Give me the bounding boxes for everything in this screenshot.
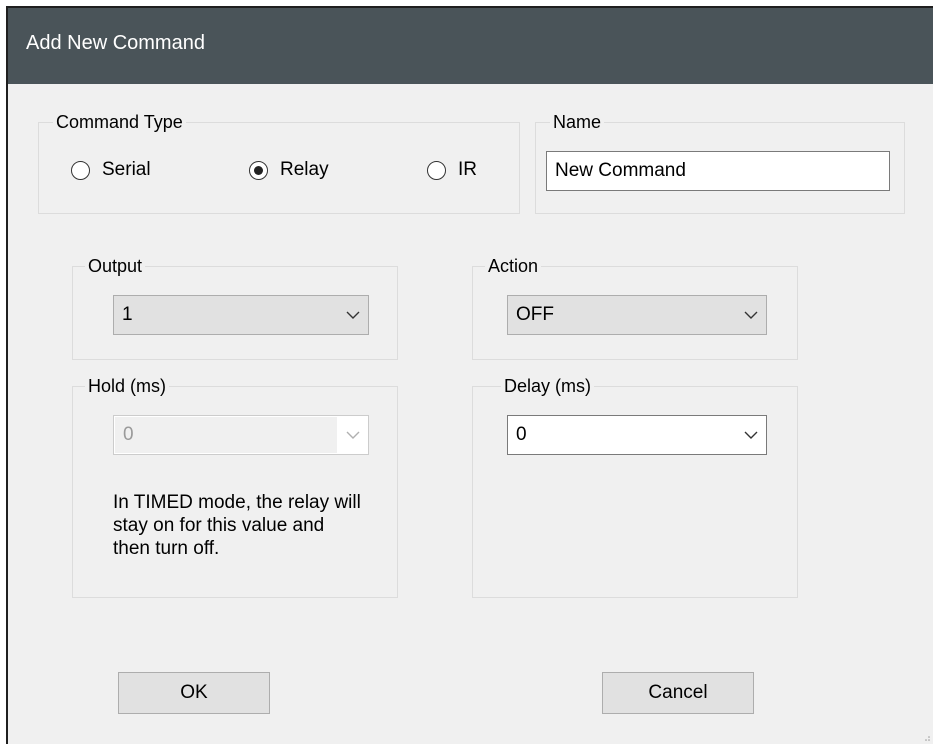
radio-serial-label: Serial — [102, 159, 151, 180]
output-dropdown[interactable]: 1 — [113, 295, 369, 335]
hold-group: Hold (ms) 0 In TIMED mode, the relay wil… — [72, 375, 398, 598]
title-bar: Add New Command — [8, 8, 933, 84]
action-legend: Action — [485, 255, 542, 277]
ok-button[interactable]: OK — [118, 672, 270, 714]
output-group: Output 1 — [72, 255, 398, 360]
delay-value: 0 — [516, 424, 527, 445]
radio-relay[interactable]: Relay — [249, 159, 329, 181]
window-title: Add New Command — [26, 32, 205, 54]
chevron-down-icon — [338, 296, 368, 334]
radio-relay-label: Relay — [280, 159, 329, 180]
hold-dropdown[interactable]: 0 — [113, 415, 369, 455]
output-legend: Output — [85, 255, 146, 277]
delay-group: Delay (ms) 0 — [472, 375, 798, 598]
radio-ir[interactable]: IR — [427, 159, 477, 181]
radio-dot-icon — [254, 165, 263, 175]
chevron-down-icon — [736, 296, 766, 334]
hold-value: 0 — [115, 417, 337, 453]
delay-combo[interactable]: 0 — [507, 415, 767, 455]
chevron-down-icon — [736, 416, 766, 454]
cancel-button[interactable]: Cancel — [602, 672, 754, 714]
radio-ir-label: IR — [458, 159, 477, 180]
name-group: Name — [535, 111, 905, 214]
radio-circle-icon — [249, 160, 268, 180]
action-group: Action OFF — [472, 255, 798, 360]
add-command-dialog: Add New Command Command Type Serial Rela… — [6, 6, 933, 744]
name-input[interactable] — [546, 151, 890, 191]
radio-circle-icon — [427, 160, 446, 180]
action-dropdown[interactable]: OFF — [507, 295, 767, 335]
command-type-legend: Command Type — [53, 111, 186, 133]
command-type-group: Command Type Serial Relay IR — [38, 111, 520, 214]
action-value: OFF — [516, 304, 554, 325]
delay-legend: Delay (ms) — [501, 375, 595, 397]
hold-legend: Hold (ms) — [85, 375, 170, 397]
resize-grip-icon[interactable] — [924, 735, 930, 741]
output-value: 1 — [122, 304, 133, 325]
chevron-down-icon — [338, 416, 368, 454]
name-legend: Name — [550, 111, 605, 133]
dialog-body: Command Type Serial Relay IR Name New Co… — [8, 84, 933, 744]
radio-circle-icon — [71, 160, 90, 180]
hold-note: In TIMED mode, the relay will stay on fo… — [113, 492, 361, 559]
radio-serial[interactable]: Serial — [71, 159, 151, 181]
